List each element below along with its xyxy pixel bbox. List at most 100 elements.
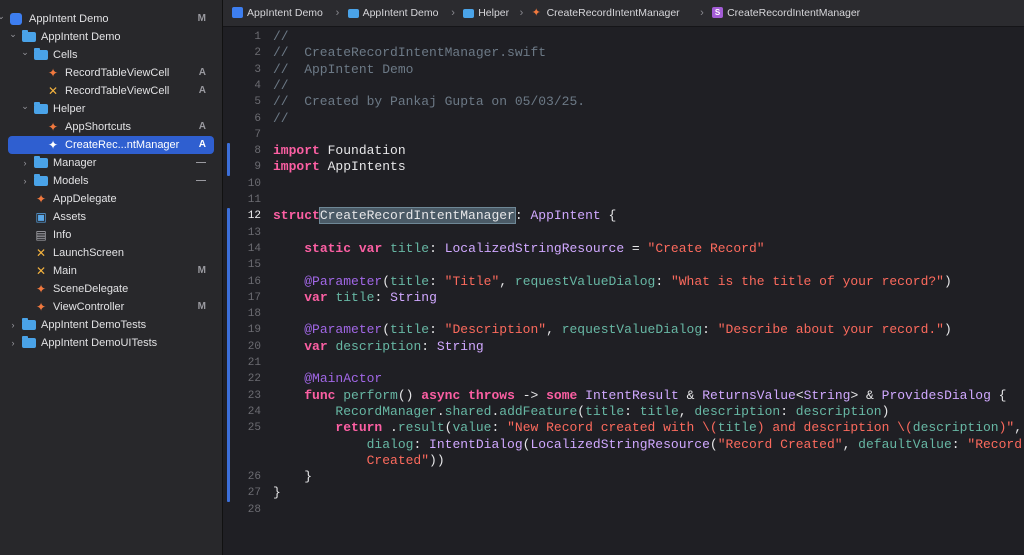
chevron-down-icon[interactable]: ⌄	[8, 28, 18, 46]
folder-icon	[34, 48, 48, 60]
sidebar-item[interactable]: ✕ Main M	[0, 262, 222, 280]
sidebar-item[interactable]: ✦ AppDelegate	[0, 190, 222, 208]
code-line[interactable]: @MainActor	[273, 371, 382, 387]
breadcrumb-item[interactable]: AppIntent Demo	[363, 0, 439, 26]
sidebar-item[interactable]: ✦ ViewController M	[0, 298, 222, 316]
breadcrumb-item[interactable]: CreateRecordIntentManager	[727, 0, 860, 26]
sidebar-item[interactable]: ✕ RecordTableViewCell A	[0, 82, 222, 100]
code-token: addFeature	[499, 403, 578, 419]
sidebar-item[interactable]: ⌄ Helper	[0, 100, 222, 118]
code-line[interactable]: // AppIntent Demo	[273, 62, 413, 78]
code-token: //	[273, 29, 289, 44]
code-token: LocalizedStringResource	[530, 436, 710, 452]
chevron-right-icon[interactable]: ›	[20, 154, 30, 172]
sidebar-item-label: AppIntent Demo	[41, 31, 121, 43]
sidebar-item[interactable]: › Manager —	[0, 154, 222, 172]
sidebar-item[interactable]: ⌄ AppIntent Demo M	[0, 10, 222, 28]
code-line[interactable]: func perform() async throws -> some Inte…	[273, 388, 1006, 404]
sidebar-item[interactable]: › AppIntent DemoTests	[0, 316, 222, 334]
breadcrumb-item[interactable]: AppIntent Demo	[247, 0, 323, 26]
code-line[interactable]: //	[273, 111, 289, 127]
source-control-badge: —	[196, 175, 206, 186]
sidebar-item[interactable]: ✕ LaunchScreen	[0, 244, 222, 262]
sidebar-item[interactable]: ✦ CreateRec...ntManager A	[0, 136, 222, 154]
plist-icon: ▤	[35, 228, 47, 242]
code-token: // AppIntent Demo	[273, 61, 414, 77]
chevron-right-icon[interactable]: ›	[8, 316, 18, 334]
folder-icon	[22, 30, 36, 42]
code-line[interactable]: return .result(value: "New Record create…	[273, 420, 1022, 436]
chevron-down-icon[interactable]: ⌄	[20, 46, 30, 64]
code-token: AppIntent	[530, 208, 601, 224]
code-line[interactable]: // Created by Pankaj Gupta on 05/03/25.	[273, 94, 585, 110]
code-line[interactable]: @Parameter(title: "Description", request…	[273, 322, 952, 338]
code-token: }	[273, 485, 281, 501]
code-token: @Parameter	[304, 322, 383, 338]
chevron-right-icon: ›	[519, 7, 524, 19]
sidebar-item[interactable]: › Models —	[0, 172, 222, 190]
code-line[interactable]: }	[273, 485, 281, 501]
breadcrumb-item[interactable]: Helper	[478, 0, 509, 26]
sidebar-item[interactable]: ⌄ AppIntent Demo	[0, 28, 222, 46]
source-control-badge: M	[197, 301, 206, 312]
xcode-window: ⌄ AppIntent Demo M ⌄ AppIntent Demo ⌄ Cells ✦ Re…	[0, 0, 1024, 555]
code-line[interactable]: Created"))	[273, 453, 445, 469]
swift-file-icon: ✦	[47, 120, 59, 134]
code-token: :	[780, 403, 796, 419]
source-control-badge: —	[196, 157, 206, 168]
source-control-badge: A	[198, 85, 206, 96]
sidebar-item[interactable]: › AppIntent DemoUITests	[0, 334, 222, 352]
chevron-right-icon[interactable]: ›	[8, 334, 18, 352]
sidebar-item[interactable]: ▤ Info	[0, 226, 222, 244]
code-token: (	[382, 322, 391, 338]
breadcrumb-item[interactable]: CreateRecordIntentManager	[547, 0, 680, 26]
chevron-down-icon[interactable]: ⌄	[0, 10, 6, 28]
code-token: "Create Record"	[647, 240, 765, 256]
code-line[interactable]: @Parameter(title: "Title", requestValueD…	[273, 274, 952, 290]
code-line[interactable]: var title: String	[273, 290, 437, 306]
sidebar-item-label: AppIntent Demo	[29, 13, 109, 25]
code-token: ) and description \(	[756, 420, 913, 436]
swift-file-icon: ✦	[531, 7, 541, 19]
code-line[interactable]: RecordManager.shared.addFeature(title: t…	[273, 404, 889, 420]
code-line[interactable]: //	[273, 29, 289, 45]
sidebar-item[interactable]: ⌄ Cells	[0, 46, 222, 64]
code-token: return	[335, 420, 383, 436]
code-line[interactable]: dialog: IntentDialog (LocalizedStringReso…	[273, 437, 1022, 453]
chevron-down-icon[interactable]: ⌄	[20, 100, 30, 118]
code-line[interactable]: }	[273, 469, 312, 485]
code-token: String	[803, 387, 851, 403]
chevron-right-icon[interactable]: ›	[20, 172, 30, 190]
code-token: ->	[514, 387, 547, 403]
code-token: &	[678, 387, 703, 403]
source-control-badge: A	[198, 139, 206, 150]
line-number: 28	[247, 503, 261, 516]
folder-icon	[22, 318, 36, 330]
sidebar-item[interactable]: ✦ AppShortcuts A	[0, 118, 222, 136]
sidebar-item-label: Main	[53, 265, 77, 277]
sidebar-item[interactable]: ✦ SceneDelegate	[0, 280, 222, 298]
line-number: 4	[254, 79, 261, 92]
code-line[interactable]: import AppIntents	[273, 159, 406, 175]
code-token: :	[951, 436, 968, 452]
code-token: :	[514, 208, 531, 224]
code-token: // Created by Pankaj Gupta on 05/03/25.	[273, 94, 586, 110]
code-token: result	[397, 420, 445, 436]
swift-file-icon: ✦	[35, 192, 47, 206]
code-line[interactable]: // CreateRecordIntentManager.swift	[273, 45, 546, 61]
code-line[interactable]: import Foundation	[273, 143, 406, 159]
code-line[interactable]: //	[273, 78, 289, 94]
code-line[interactable]: static var title: LocalizedStringResourc…	[273, 240, 765, 257]
sidebar-item[interactable]: ✦ RecordTableViewCell A	[0, 64, 222, 82]
code-line[interactable]: structCreateRecordIntentManager: AppInte…	[273, 207, 616, 225]
sidebar-item[interactable]: ▣ Assets	[0, 208, 222, 226]
code-line[interactable]: var description: String	[273, 339, 483, 355]
code-editor[interactable]: 1 // 2 // CreateRecordIntentManager.swift 3 /…	[223, 27, 1024, 555]
code-token: String	[390, 289, 437, 305]
assets-icon: ▣	[35, 210, 47, 224]
